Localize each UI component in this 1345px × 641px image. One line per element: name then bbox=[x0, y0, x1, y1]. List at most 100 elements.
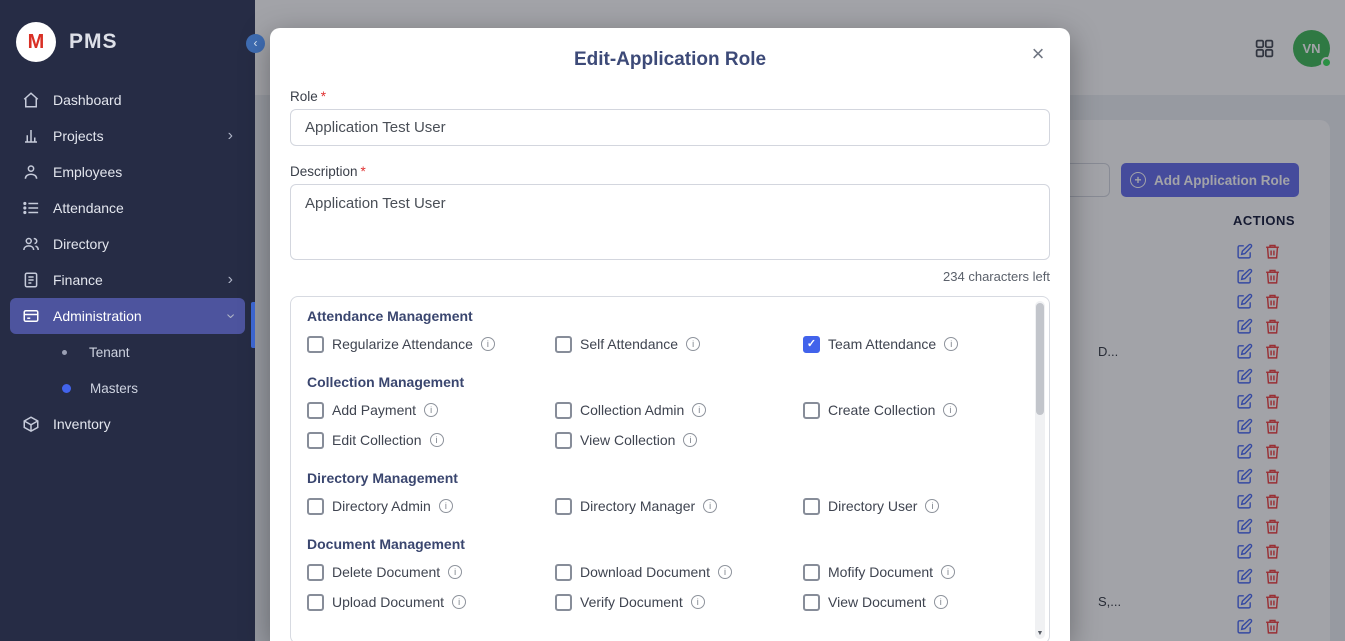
permission-item: Directory User i bbox=[803, 497, 1017, 515]
permission-label: Upload Document bbox=[332, 594, 444, 610]
scroll-down-arrow-icon[interactable]: ▼ bbox=[1035, 630, 1045, 637]
permission-label: Regularize Attendance bbox=[332, 336, 473, 352]
permission-item: Regularize Attendance i bbox=[307, 335, 555, 353]
permission-section-title: Document Management bbox=[307, 536, 1017, 552]
info-icon[interactable]: i bbox=[424, 403, 438, 417]
sidebar-item-directory[interactable]: Directory bbox=[10, 226, 245, 262]
info-icon[interactable]: i bbox=[944, 337, 958, 351]
permission-grid: Directory Admin i Directory Manager i Di… bbox=[307, 497, 1017, 515]
modal-title: Edit-Application Role bbox=[290, 28, 1050, 71]
permission-checkbox[interactable] bbox=[555, 336, 572, 353]
info-icon[interactable]: i bbox=[691, 595, 705, 609]
permission-item: Create Collection i bbox=[803, 401, 1017, 419]
description-textarea[interactable]: Application Test User bbox=[290, 184, 1050, 260]
permission-section: Collection Management Add Payment i Coll… bbox=[307, 374, 1017, 449]
info-icon[interactable]: i bbox=[703, 499, 717, 513]
logo-letter: M bbox=[28, 31, 45, 54]
chevron-down-icon: › bbox=[222, 313, 238, 318]
sidebar-nav: Dashboard Projects › Employees Attendan bbox=[0, 80, 255, 442]
required-asterisk: * bbox=[321, 89, 326, 104]
permission-label: Directory User bbox=[828, 498, 917, 514]
permission-section: Attendance Management Regularize Attenda… bbox=[307, 308, 1017, 353]
permission-grid: Add Payment i Collection Admin i Create … bbox=[307, 401, 1017, 449]
sidebar-item-dashboard[interactable]: Dashboard bbox=[10, 82, 245, 118]
permission-label: Directory Manager bbox=[580, 498, 695, 514]
bullet-active-icon bbox=[62, 384, 71, 393]
info-icon[interactable]: i bbox=[686, 337, 700, 351]
sidebar-item-label: Directory bbox=[53, 236, 109, 252]
permission-section-title: Collection Management bbox=[307, 374, 1017, 390]
info-icon[interactable]: i bbox=[481, 337, 495, 351]
permission-item: Edit Collection i bbox=[307, 431, 555, 449]
permission-section-title: Directory Management bbox=[307, 470, 1017, 486]
permission-section-title: Attendance Management bbox=[307, 308, 1017, 324]
projects-icon bbox=[22, 127, 40, 145]
permission-checkbox[interactable] bbox=[307, 336, 324, 353]
info-icon[interactable]: i bbox=[941, 565, 955, 579]
permissions-panel: Attendance Management Regularize Attenda… bbox=[290, 296, 1050, 641]
permission-checkbox[interactable] bbox=[555, 594, 572, 611]
info-icon[interactable]: i bbox=[934, 595, 948, 609]
list-icon bbox=[22, 199, 40, 217]
permission-label: Edit Collection bbox=[332, 432, 422, 448]
permission-item: ✓ Team Attendance i bbox=[803, 335, 1017, 353]
permission-label: Download Document bbox=[580, 564, 710, 580]
info-icon[interactable]: i bbox=[439, 499, 453, 513]
permissions-scrollbar[interactable]: ▼ bbox=[1035, 301, 1045, 639]
info-icon[interactable]: i bbox=[448, 565, 462, 579]
permission-checkbox[interactable] bbox=[307, 564, 324, 581]
sidebar-item-finance[interactable]: Finance › bbox=[10, 262, 245, 298]
permission-item: Directory Admin i bbox=[307, 497, 555, 515]
permission-checkbox[interactable] bbox=[803, 594, 820, 611]
permission-checkbox[interactable] bbox=[803, 402, 820, 419]
sidebar-item-administration[interactable]: Administration › bbox=[10, 298, 245, 334]
info-icon[interactable]: i bbox=[452, 595, 466, 609]
sidebar-item-employees[interactable]: Employees bbox=[10, 154, 245, 190]
permission-label: Collection Admin bbox=[580, 402, 684, 418]
permission-checkbox[interactable] bbox=[803, 564, 820, 581]
sidebar-subitem-tenant[interactable]: Tenant bbox=[0, 334, 255, 370]
info-icon[interactable]: i bbox=[683, 433, 697, 447]
check-icon: ✓ bbox=[807, 339, 816, 350]
permission-checkbox[interactable] bbox=[307, 432, 324, 449]
sidebar-subitem-label: Tenant bbox=[89, 345, 130, 360]
info-icon[interactable]: i bbox=[943, 403, 957, 417]
sidebar-item-label: Finance bbox=[53, 272, 103, 288]
sidebar-collapse-button[interactable]: ‹ bbox=[246, 34, 265, 53]
info-icon[interactable]: i bbox=[925, 499, 939, 513]
edit-application-role-modal: Edit-Application Role × Role* Descriptio… bbox=[270, 28, 1070, 641]
permission-checkbox[interactable] bbox=[803, 498, 820, 515]
permission-item: Upload Document i bbox=[307, 593, 555, 611]
info-icon[interactable]: i bbox=[718, 565, 732, 579]
permission-checkbox[interactable] bbox=[307, 498, 324, 515]
permissions-sections: Attendance Management Regularize Attenda… bbox=[307, 308, 1017, 611]
close-icon[interactable]: × bbox=[1026, 42, 1050, 66]
scrollbar-thumb[interactable] bbox=[1036, 303, 1044, 415]
permission-checkbox[interactable] bbox=[555, 498, 572, 515]
permission-checkbox[interactable] bbox=[555, 432, 572, 449]
info-icon[interactable]: i bbox=[692, 403, 706, 417]
info-icon[interactable]: i bbox=[430, 433, 444, 447]
sidebar-item-attendance[interactable]: Attendance bbox=[10, 190, 245, 226]
permission-section: Document Management Delete Document i Do… bbox=[307, 536, 1017, 611]
sidebar-item-projects[interactable]: Projects › bbox=[10, 118, 245, 154]
permission-label: Self Attendance bbox=[580, 336, 678, 352]
sidebar-item-label: Employees bbox=[53, 164, 122, 180]
role-input[interactable] bbox=[290, 109, 1050, 146]
sidebar-item-inventory[interactable]: Inventory bbox=[10, 406, 245, 442]
sidebar-item-label: Inventory bbox=[53, 416, 111, 432]
permission-label: Add Payment bbox=[332, 402, 416, 418]
sidebar-item-label: Attendance bbox=[53, 200, 124, 216]
permission-checkbox[interactable] bbox=[555, 402, 572, 419]
sidebar: M PMS Dashboard Projects › bbox=[0, 0, 255, 641]
finance-icon bbox=[22, 271, 40, 289]
permission-checkbox[interactable]: ✓ bbox=[803, 336, 820, 353]
app-name: PMS bbox=[69, 30, 118, 54]
permission-checkbox[interactable] bbox=[307, 594, 324, 611]
sidebar-subitem-masters[interactable]: Masters bbox=[0, 370, 255, 406]
brand-logo: M bbox=[16, 22, 56, 62]
sidebar-item-label: Projects bbox=[53, 128, 104, 144]
permission-checkbox[interactable] bbox=[307, 402, 324, 419]
permission-label: Team Attendance bbox=[828, 336, 936, 352]
permission-checkbox[interactable] bbox=[555, 564, 572, 581]
